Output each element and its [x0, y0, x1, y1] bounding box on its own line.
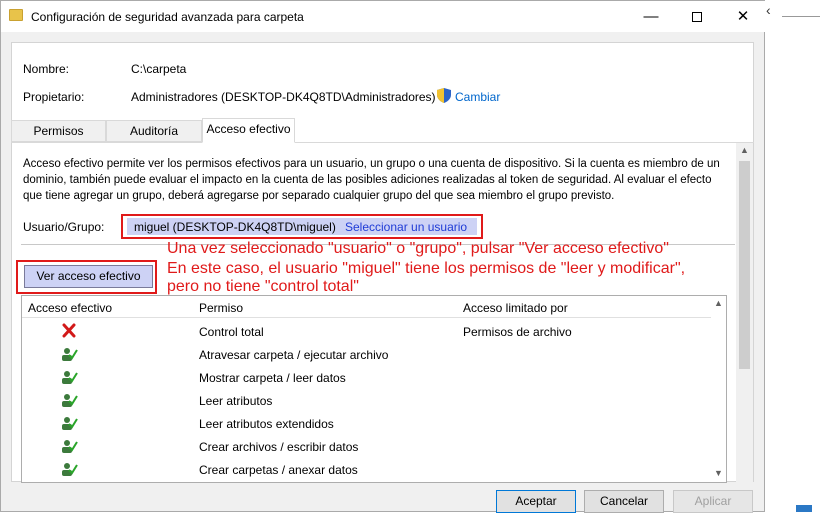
table-row[interactable]: Leer atributos: [22, 389, 726, 412]
table-row[interactable]: Crear archivos / escribir datos: [22, 435, 726, 458]
header-effective-access[interactable]: Acceso efectivo: [28, 301, 112, 315]
owner-label: Propietario:: [23, 90, 85, 104]
user-check-icon: [62, 440, 78, 453]
table-row[interactable]: Crear carpetas / anexar datos: [22, 458, 726, 481]
tab-auditoria[interactable]: Auditoría: [106, 120, 202, 142]
cancel-button[interactable]: Cancelar: [584, 490, 664, 513]
background-divider: [782, 16, 820, 17]
security-dialog: Configuración de seguridad avanzada para…: [0, 0, 766, 513]
chevron-left-icon: ‹: [766, 2, 771, 18]
table-scroll-down-icon[interactable]: ▼: [711, 468, 726, 478]
title-bar: Configuración de seguridad avanzada para…: [1, 1, 766, 32]
permission-name: Leer atributos: [199, 394, 273, 408]
user-check-icon: [62, 394, 78, 407]
user-group-value: miguel (DESKTOP-DK4Q8TD\miguel): [134, 220, 336, 234]
maximize-button[interactable]: [674, 1, 720, 32]
view-effective-access-button[interactable]: Ver acceso efectivo: [24, 265, 153, 288]
permission-name: Atravesar carpeta / ejecutar archivo: [199, 348, 389, 362]
name-label: Nombre:: [23, 62, 70, 76]
annotation-line-1: Una vez seleccionado "usuario" o "grupo"…: [167, 240, 669, 257]
folder-icon: [9, 9, 23, 21]
annotation-line-2: En este caso, el usuario "miguel" tiene …: [167, 260, 686, 277]
table-row[interactable]: Mostrar carpeta / leer datos: [22, 366, 726, 389]
denied-icon: [62, 323, 76, 338]
user-group-field: miguel (DESKTOP-DK4Q8TD\miguel) Seleccio…: [127, 218, 477, 235]
maximize-icon: [692, 12, 702, 23]
ok-button[interactable]: Aceptar: [496, 490, 576, 513]
view-access-highlight: Ver acceso efectivo: [16, 260, 157, 294]
uac-shield-icon: [437, 88, 451, 103]
change-owner-link[interactable]: Cambiar: [455, 90, 500, 104]
tab-permisos[interactable]: Permisos: [11, 120, 106, 142]
description-text: Acceso efectivo permite ver los permisos…: [23, 158, 720, 202]
scroll-up-icon[interactable]: ▲: [736, 145, 753, 155]
background-element: [796, 505, 812, 512]
table-row[interactable]: Atravesar carpeta / ejecutar archivo: [22, 343, 726, 366]
table-row[interactable]: Control total Permisos de archivo: [22, 320, 726, 343]
permission-name: Crear carpetas / anexar datos: [199, 463, 358, 477]
tab-divider: [11, 142, 754, 143]
user-group-highlight: miguel (DESKTOP-DK4Q8TD\miguel) Seleccio…: [121, 214, 483, 239]
permission-name: Mostrar carpeta / leer datos: [199, 371, 346, 385]
table-scrollbar[interactable]: ▲ ▼: [711, 296, 726, 482]
tab-acceso-efectivo[interactable]: Acceso efectivo: [202, 118, 295, 143]
minimize-button[interactable]: —: [628, 1, 674, 32]
user-check-icon: [62, 463, 78, 476]
annotation-line-3: pero no tiene "control total": [167, 278, 359, 295]
permission-name: Leer atributos extendidos: [199, 417, 334, 431]
effective-access-table: Acceso efectivo Permiso Acceso limitado …: [21, 295, 727, 483]
user-check-icon: [62, 417, 78, 430]
close-button[interactable]: ✕: [720, 1, 766, 32]
user-check-icon: [62, 371, 78, 384]
header-permission[interactable]: Permiso: [199, 301, 243, 315]
limited-by: Permisos de archivo: [463, 325, 572, 339]
table-scroll-up-icon[interactable]: ▲: [711, 298, 726, 308]
header-limited-by[interactable]: Acceso limitado por: [463, 301, 568, 315]
name-value: C:\carpeta: [131, 62, 187, 76]
user-check-icon: [62, 348, 78, 361]
window-title: Configuración de seguridad avanzada para…: [31, 10, 304, 24]
permission-name: Crear archivos / escribir datos: [199, 440, 359, 454]
user-group-label: Usuario/Grupo:: [23, 220, 105, 234]
table-row[interactable]: Leer atributos extendidos: [22, 412, 726, 435]
main-scrollbar[interactable]: ▲: [736, 143, 753, 482]
apply-button[interactable]: Aplicar: [673, 490, 753, 513]
scroll-thumb[interactable]: [739, 161, 750, 369]
select-user-link[interactable]: Seleccionar un usuario: [345, 220, 467, 234]
permission-name: Control total: [199, 325, 264, 339]
table-header: Acceso efectivo Permiso Acceso limitado …: [22, 296, 726, 318]
owner-value: Administradores (DESKTOP-DK4Q8TD\Adminis…: [131, 90, 436, 104]
